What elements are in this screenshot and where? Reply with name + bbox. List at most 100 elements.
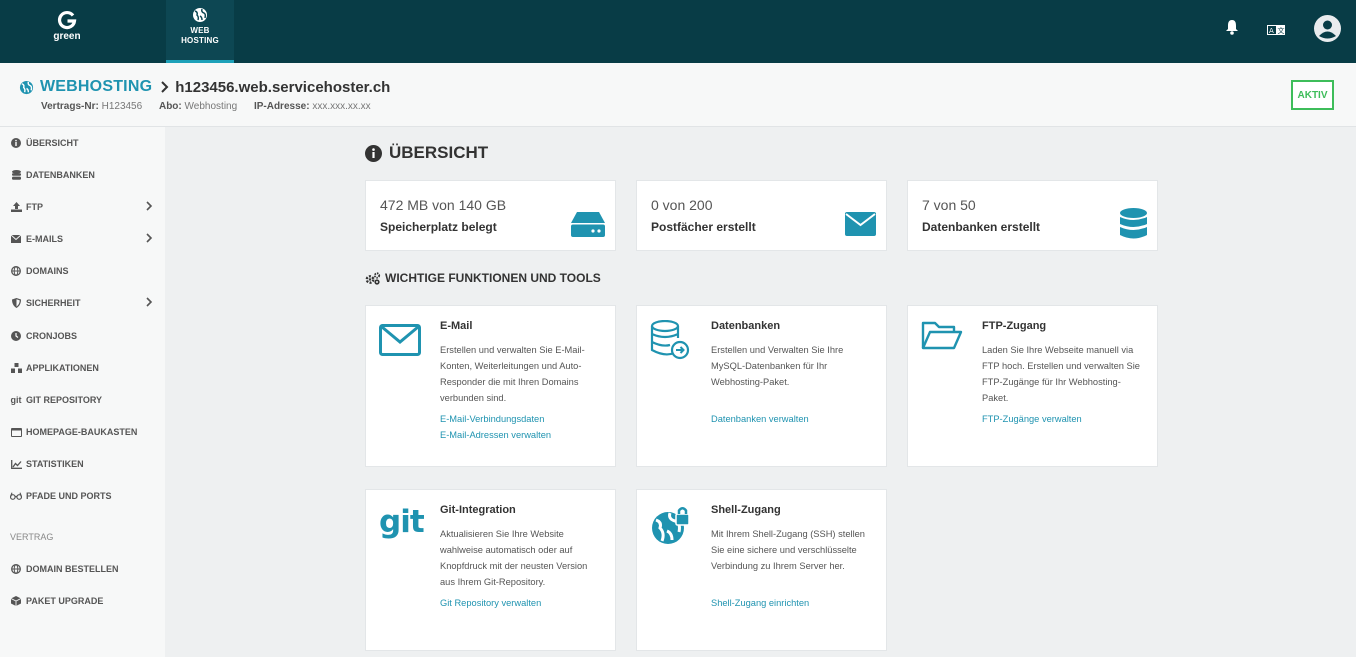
card-description: Erstellen und verwalten Sie E-Mail-Konte… [440, 345, 585, 403]
sidebar-item-label: STATISTIKEN [26, 459, 84, 469]
card-email: E-Mail Erstellen und verwalten Sie E-Mai… [365, 305, 616, 467]
section-title-text: WICHTIGE FUNKTIONEN UND TOOLS [385, 271, 601, 285]
card-ftp: FTP-Zugang Laden Sie Ihre Webseite manue… [907, 305, 1158, 467]
sidebar-item-paket-upgrade[interactable]: PAKET UPGRADE [0, 589, 165, 613]
ip-value: xxx.xxx.xx.xx [312, 101, 371, 112]
sidebar-item-ftp[interactable]: FTP [0, 195, 165, 219]
envelope-icon [845, 212, 876, 236]
link-email-connection-data[interactable]: E-Mail-Verbindungsdaten [440, 414, 544, 424]
card-shell: Shell-Zugang Mit Ihrem Shell-Zugang (SSH… [636, 489, 887, 651]
contract-label: Vertrags-Nr: [41, 101, 99, 112]
bell-icon[interactable] [1225, 19, 1239, 40]
sidebar-item-uebersicht[interactable]: ÜBERSICHT [0, 131, 165, 155]
nav-label-line2: HOSTING [181, 36, 219, 45]
logo-g-icon [58, 10, 77, 30]
box-icon [10, 596, 22, 606]
sidebar-item-label: HOMEPAGE-BAUKASTEN [26, 427, 138, 437]
shield-icon [10, 298, 22, 308]
sidebar-item-label: DOMAIN BESTELLEN [26, 564, 119, 574]
contract-meta: Vertrags-Nr: H123456 Abo: Webhosting IP-… [41, 101, 385, 112]
link-manage-ftp-access[interactable]: FTP-Zugänge verwalten [982, 414, 1082, 424]
chevron-right-icon [146, 233, 153, 243]
sidebar-item-label: APPLIKATIONEN [26, 363, 99, 373]
breadcrumb-root[interactable]: WEBHOSTING [40, 78, 152, 96]
abo-value: Webhosting [184, 101, 238, 112]
breadcrumb-host: h123456.web.servicehoster.ch [175, 78, 391, 96]
svg-text:文: 文 [1278, 26, 1285, 35]
sidebar-item-datenbanken[interactable]: DATENBANKEN [0, 163, 165, 187]
info-icon [365, 144, 382, 162]
sidebar-item-label: PAKET UPGRADE [26, 596, 104, 606]
card-title: Shell-Zugang [711, 504, 781, 516]
main-content: ÜBERSICHT 472 MB von 140 GB Speicherplat… [165, 127, 1356, 657]
globe-icon [10, 564, 22, 574]
link-setup-shell-access[interactable]: Shell-Zugang einrichten [711, 598, 809, 608]
sidebar-item-pfade-und-ports[interactable]: PFADE UND PORTS [0, 484, 165, 508]
contract-value: H123456 [101, 101, 143, 112]
card-description: Erstellen und Verwalten Sie Ihre MySQL-D… [711, 345, 844, 387]
link-manage-git-repository[interactable]: Git Repository verwalten [440, 598, 541, 608]
card-databases: Datenbanken Erstellen und Verwalten Sie … [636, 305, 887, 467]
folder-open-icon [921, 321, 963, 350]
status-badge: AKTIV [1291, 80, 1334, 110]
sidebar-group-label: VERTRAG [10, 532, 54, 542]
sidebar-item-domain-bestellen[interactable]: DOMAIN BESTELLEN [0, 557, 165, 581]
sidebar-item-label: ÜBERSICHT [26, 138, 79, 148]
breadcrumb: WEBHOSTING h123456.web.servicehoster.ch [19, 78, 390, 96]
abo-label: Abo: [158, 101, 182, 112]
sidebar-item-emails[interactable]: E-MAILS [0, 227, 165, 251]
sidebar-item-domains[interactable]: DOMAINS [0, 259, 165, 283]
sidebar-item-git-repository[interactable]: git GIT REPOSITORY [0, 388, 165, 412]
stat-value: 0 von 200 [651, 197, 713, 213]
glasses-icon [10, 492, 22, 500]
page-header: WEBHOSTING h123456.web.servicehoster.ch … [0, 63, 1356, 127]
stat-storage: 472 MB von 140 GB Speicherplatz belegt [365, 180, 616, 251]
git-icon: git [379, 504, 425, 540]
sidebar-item-label: FTP [26, 202, 43, 212]
card-title: Git-Integration [440, 504, 516, 516]
topbar: green WEB HOSTING A文 [0, 0, 1356, 63]
sidebar-item-homepage-baukasten[interactable]: HOMEPAGE-BAUKASTEN [0, 420, 165, 444]
apps-icon [10, 363, 22, 373]
nav-webhosting[interactable]: WEB HOSTING [166, 0, 234, 63]
envelope-icon [10, 235, 22, 243]
card-title: E-Mail [440, 320, 473, 332]
info-icon [10, 138, 22, 148]
window-icon [10, 427, 22, 437]
sidebar: ÜBERSICHT DATENBANKEN FTP E-MAILS DOMAIN… [0, 127, 165, 657]
card-title: FTP-Zugang [982, 320, 1047, 332]
globe-icon [19, 80, 34, 94]
language-icon[interactable]: A文 [1267, 22, 1285, 40]
card-title: Datenbanken [711, 320, 781, 332]
section-title: WICHTIGE FUNKTIONEN UND TOOLS [365, 271, 601, 285]
sidebar-item-label: DATENBANKEN [26, 170, 95, 180]
user-avatar-icon[interactable] [1314, 15, 1341, 47]
hdd-icon [571, 212, 605, 237]
sidebar-item-sicherheit[interactable]: SICHERHEIT [0, 291, 165, 315]
link-manage-email-addresses[interactable]: E-Mail-Adressen verwalten [440, 430, 551, 440]
chevron-right-icon [161, 81, 169, 93]
globe-lock-icon [652, 507, 690, 544]
card-description: Aktualisieren Sie Ihre Website wahlweise… [440, 529, 588, 587]
database-add-icon [650, 320, 690, 360]
card-description: Laden Sie Ihre Webseite manuell via FTP … [982, 345, 1140, 403]
card-description: Mit Ihrem Shell-Zugang (SSH) stellen Sie… [711, 529, 865, 571]
sidebar-item-cronjobs[interactable]: CRONJOBS [0, 324, 165, 348]
sidebar-item-applikationen[interactable]: APPLIKATIONEN [0, 356, 165, 380]
nav-label-line1: WEB [190, 26, 210, 35]
chevron-right-icon [146, 201, 153, 211]
sidebar-item-label: DOMAINS [26, 266, 69, 276]
sidebar-item-label: CRONJOBS [26, 331, 78, 341]
sidebar-item-label: PFADE UND PORTS [26, 491, 112, 501]
sidebar-item-statistiken[interactable]: STATISTIKEN [0, 452, 165, 476]
logo[interactable]: green [40, 10, 94, 42]
upload-icon [10, 202, 22, 212]
ip-label: IP-Adresse: [253, 101, 310, 112]
git-icon: git [10, 395, 22, 405]
stat-label: Speicherplatz belegt [380, 220, 497, 234]
globe-icon [193, 8, 207, 22]
svg-text:A: A [1269, 27, 1274, 35]
link-manage-databases[interactable]: Datenbanken verwalten [711, 414, 809, 424]
sidebar-item-label: E-MAILS [26, 234, 63, 244]
page-title-text: ÜBERSICHT [389, 143, 489, 162]
